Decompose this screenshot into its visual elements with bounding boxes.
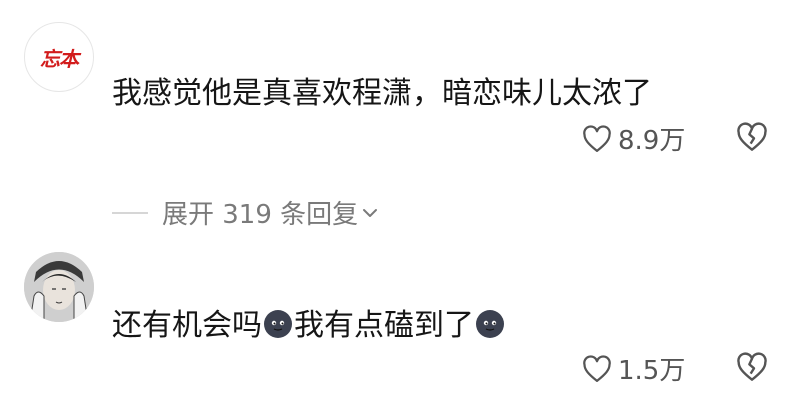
reply-divider (112, 211, 148, 214)
heart-outline-icon (583, 354, 611, 382)
comment-text-part: 我有点磕到了 (294, 308, 474, 343)
comment-text: 我感觉他是真喜欢程潇，暗恋味儿太浓了 (112, 76, 652, 111)
comment-text: 还有机会吗 我有点磕到了 (112, 306, 506, 346)
broken-heart-icon (737, 122, 767, 151)
like-button[interactable]: 1.5万 (582, 350, 685, 387)
heart-outline-icon (583, 124, 611, 152)
avatar[interactable] (24, 252, 94, 322)
like-count: 1.5万 (618, 356, 686, 386)
smiling-dark-face-icon (476, 310, 504, 338)
like-count: 8.9万 (618, 126, 686, 156)
broken-heart-icon (737, 352, 767, 381)
dislike-button[interactable] (736, 122, 768, 156)
avatar-logo-text: 忘本 (40, 46, 79, 71)
expand-replies-button[interactable]: 展开 319 条回复 (112, 194, 380, 231)
avatar-illustration (24, 252, 94, 322)
expand-replies-label: 展开 319 条回复 (162, 200, 359, 230)
comment-text-part: 还有机会吗 (112, 308, 262, 343)
avatar[interactable]: 忘本 (24, 22, 94, 92)
smiling-dark-face-icon (264, 310, 292, 338)
dislike-button[interactable] (736, 352, 768, 386)
chevron-down-icon (363, 208, 378, 217)
like-button[interactable]: 8.9万 (582, 120, 685, 157)
